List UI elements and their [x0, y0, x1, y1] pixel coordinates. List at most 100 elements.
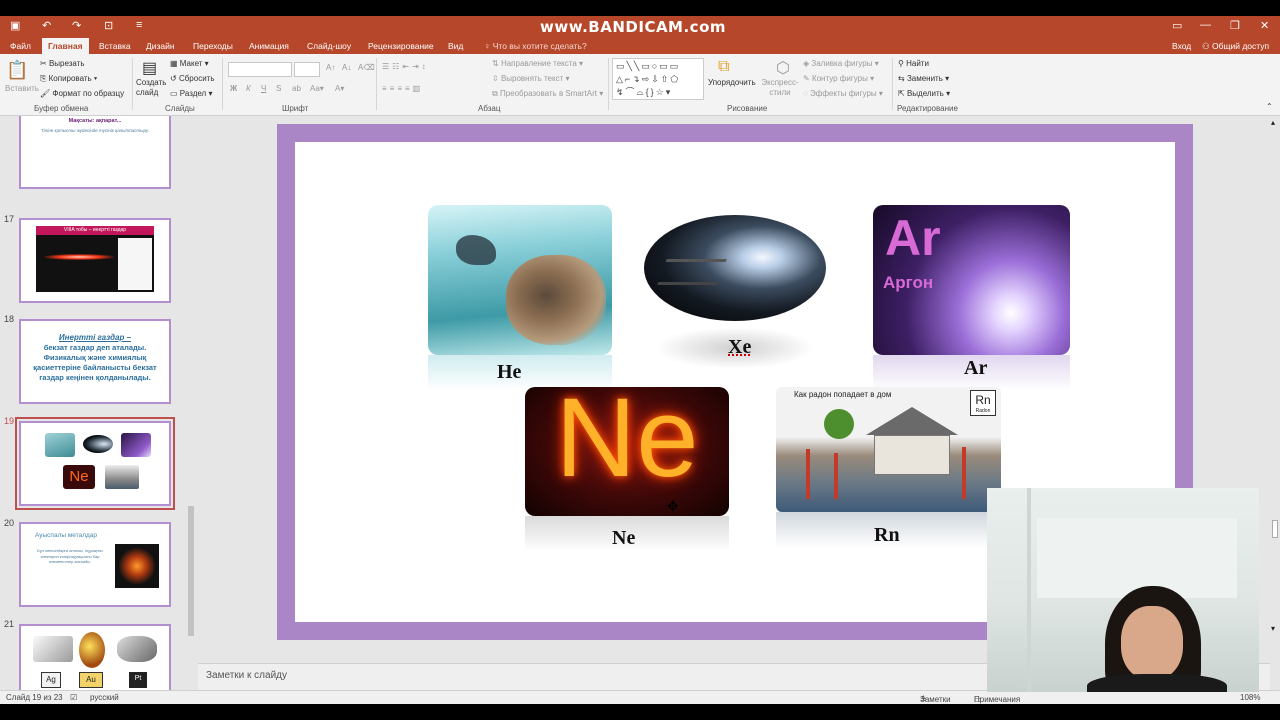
neon-label[interactable]: Ne — [612, 527, 635, 550]
arrange-button[interactable]: Упорядочить — [708, 78, 756, 87]
clear-format-icon[interactable]: A⌫ — [358, 63, 375, 72]
bold-button[interactable]: Ж — [230, 84, 237, 93]
tab-view[interactable]: Вид — [442, 38, 469, 54]
smartart-button[interactable]: ⧉ Преобразовать в SmartArt ▾ — [492, 89, 603, 99]
collapse-ribbon-icon[interactable]: ⌃ — [1266, 102, 1273, 111]
slide-thumbnail-19[interactable]: Ne — [15, 417, 175, 510]
undo-icon[interactable]: ↶ — [42, 19, 51, 32]
cut-button[interactable]: ✂ Вырезать — [40, 59, 85, 68]
argon-label[interactable]: Ar — [964, 357, 987, 380]
xenon-label[interactable]: Xe — [728, 336, 751, 359]
slide-thumbnail-16[interactable]: Мақсаты: ақпарат... Тіліне қатысты жүйес… — [19, 116, 171, 189]
minimize-icon[interactable]: — — [1200, 19, 1211, 31]
paste-icon[interactable]: 📋 — [6, 60, 28, 81]
font-size-input[interactable] — [294, 62, 320, 77]
slide-thumbnail-20[interactable]: Ауыспалы металдар Бұл металдарға атомы, … — [19, 522, 171, 607]
arrange-icon[interactable]: ⧉ — [718, 58, 729, 76]
find-button[interactable]: ⚲ Найти — [898, 59, 929, 68]
notes-toggle-label: Заметки — [920, 695, 951, 704]
glowing-tube-image — [44, 254, 114, 260]
radon-tile-symbol: Rn — [975, 393, 991, 407]
start-slideshow-icon[interactable]: ⊡ — [104, 19, 113, 32]
shape-fill-button[interactable]: ◈ Заливка фигуры ▾ — [803, 59, 879, 68]
scrollbar-thumb[interactable] — [188, 506, 194, 636]
argon-name-text: Аргон — [883, 273, 934, 292]
replace-button[interactable]: ⇆ Заменить ▾ — [898, 74, 949, 83]
redo-icon[interactable]: ↷ — [72, 19, 81, 32]
radon-label[interactable]: Rn — [874, 524, 900, 547]
close-icon[interactable]: ✕ — [1260, 19, 1269, 32]
tab-insert[interactable]: Вставка — [93, 38, 137, 54]
font-name-input[interactable] — [228, 62, 292, 77]
zoom-level[interactable]: 108% — [1240, 693, 1260, 702]
strikethrough-button[interactable]: S — [276, 84, 281, 93]
radon-house-image[interactable]: Как радон попадает в дом Rn Radon — [776, 387, 1001, 512]
helium-label[interactable]: He — [497, 361, 521, 384]
text-direction-button[interactable]: ⇅ Направление текста ▾ — [492, 59, 583, 68]
spellcheck-icon[interactable]: ☑ — [70, 693, 77, 702]
italic-button[interactable]: К — [246, 84, 251, 93]
ribbon-options-icon[interactable]: ▭ — [1172, 19, 1182, 32]
section-button[interactable]: ▭ Раздел ▾ — [170, 89, 212, 98]
format-painter-button[interactable]: 🖌 Формат по образцу — [40, 89, 124, 98]
language-indicator[interactable]: русский — [90, 693, 119, 702]
thumbnail-gold-image — [79, 632, 105, 668]
tab-review[interactable]: Рецензирование — [362, 38, 440, 54]
tab-home[interactable]: Главная — [42, 38, 89, 54]
thumbnail-title: Инертті газдар – — [58, 333, 132, 342]
copy-button[interactable]: ⎘ Копировать ▾ — [40, 74, 97, 84]
tab-transitions[interactable]: Переходы — [187, 38, 239, 54]
quick-styles-button[interactable]: Экспресс-стили — [760, 78, 800, 98]
tab-file[interactable]: Файл — [4, 38, 37, 54]
thumbnail-au-tile: Au — [79, 672, 103, 688]
layout-button[interactable]: ▦ Макет ▾ — [170, 59, 209, 68]
tree-shape — [824, 409, 854, 439]
sign-in-link[interactable]: Вход — [1166, 38, 1197, 54]
select-label: Выделить — [906, 89, 944, 98]
new-slide-icon[interactable]: ▤ — [142, 58, 157, 78]
tab-design[interactable]: Дизайн — [140, 38, 181, 54]
scroll-up-icon[interactable]: ▴ — [1271, 118, 1275, 127]
select-button[interactable]: ⇱ Выделить ▾ — [898, 89, 950, 98]
xenon-headlight-image[interactable] — [644, 215, 826, 321]
slide-thumbnail-21[interactable]: Ag Au Pt — [19, 624, 171, 690]
char-spacing-icon[interactable]: ab — [292, 84, 301, 93]
tell-me-box[interactable]: ♀ Что вы хотите сделать? — [478, 38, 593, 54]
slide-thumbnail-17[interactable]: VIIIA тобы – инертті газдар — [19, 218, 171, 303]
customize-toolbar-icon[interactable]: ≡ — [136, 19, 142, 31]
share-button[interactable]: ⚇ Общий доступ — [1196, 38, 1275, 54]
person-icon: ⚇ — [1202, 41, 1212, 51]
slide-number: 17 — [4, 214, 15, 224]
increase-font-icon[interactable]: A↑ — [326, 63, 335, 72]
shapes-gallery[interactable]: ▭╲╲▭○▭▭ △⌐↴⇨⇩⇧⬠ ↯⌒⌓{}☆▾ — [612, 58, 704, 100]
paste-button[interactable]: Вставить — [5, 84, 39, 93]
quick-styles-icon[interactable]: ⬡ — [776, 58, 790, 78]
scroll-down-icon[interactable]: ▾ — [1271, 624, 1275, 633]
thumbnail-pt-tile: Pt — [129, 672, 147, 688]
tab-animations[interactable]: Анимация — [243, 38, 295, 54]
argon-welding-image[interactable]: Ar Аргон — [873, 205, 1070, 355]
layout-icon: ▦ — [170, 59, 180, 68]
scrollbar-thumb[interactable] — [1272, 520, 1278, 538]
align-buttons[interactable]: ≡≡≡≡▥ — [382, 84, 423, 93]
shape-outline-button[interactable]: ✎ Контур фигуры ▾ — [803, 74, 874, 83]
tab-slideshow[interactable]: Слайд-шоу — [301, 38, 357, 54]
change-case-icon[interactable]: Aa▾ — [310, 84, 324, 93]
section-label: Раздел — [179, 89, 207, 98]
notes-placeholder[interactable]: Заметки к слайду — [206, 670, 287, 681]
neon-sign-image[interactable]: Ne — [525, 387, 729, 516]
list-buttons[interactable]: ☰☷⇤⇥↕ — [382, 62, 429, 71]
new-slide-button[interactable]: Создать слайд — [136, 78, 170, 98]
maximize-icon[interactable]: ❐ — [1230, 19, 1240, 32]
decrease-font-icon[interactable]: A↓ — [342, 63, 351, 72]
reset-button[interactable]: ↺ Сбросить — [170, 74, 215, 83]
align-text-button[interactable]: ⇳ Выровнять текст ▾ — [492, 74, 570, 83]
helium-diver-image[interactable] — [428, 205, 612, 355]
editor-scrollbar[interactable]: ▴ ▾ — [1270, 116, 1280, 663]
font-color-icon[interactable]: A▾ — [335, 84, 344, 93]
thumbnails-scrollbar[interactable] — [186, 116, 196, 690]
save-icon[interactable]: ▣ — [10, 19, 20, 32]
shape-effects-button[interactable]: ◌ Эффекты фигуры ▾ — [803, 89, 883, 98]
slide-thumbnail-18[interactable]: Инертті газдар – бекзат газдар деп атала… — [19, 319, 171, 404]
underline-button[interactable]: Ч — [261, 84, 266, 93]
